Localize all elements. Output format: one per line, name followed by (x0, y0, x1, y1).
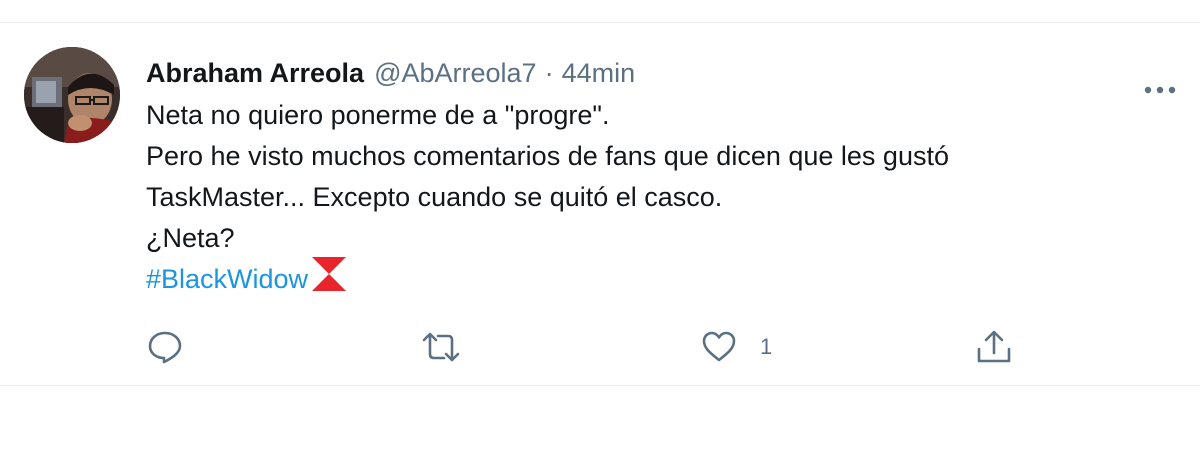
like-button[interactable]: 1 (700, 327, 772, 367)
tweet-line: ¿Neta? (146, 223, 235, 253)
tweet-text: Neta no quiero ponerme de a "progre". Pe… (146, 95, 1146, 300)
heart-icon (702, 331, 736, 362)
hashtag-line: #BlackWidow (146, 256, 1146, 300)
black-widow-hourglass-icon (310, 255, 348, 305)
reply-bubble-icon (148, 331, 182, 364)
tweet-line: TaskMaster... Excepto cuando se quitó el… (146, 182, 723, 212)
hashtag-link[interactable]: #BlackWidow (146, 259, 308, 300)
more-options-button[interactable] (1140, 75, 1180, 105)
more-horizontal-icon (1144, 86, 1176, 94)
tweet-line: Neta no quiero ponerme de a "progre". (146, 100, 610, 130)
tweet-card[interactable]: Abraham Arreola @AbArreola7 · 44min Neta… (0, 22, 1200, 386)
avatar[interactable] (24, 47, 120, 143)
tweet-header: Abraham Arreola @AbArreola7 · 44min (146, 53, 635, 93)
share-button[interactable] (974, 327, 1036, 367)
tweet-actions: 1 (0, 327, 1200, 367)
separator-dot: · (544, 57, 554, 88)
like-count: 1 (760, 334, 773, 359)
retweet-button[interactable] (420, 327, 484, 367)
share-upload-icon (977, 330, 1011, 363)
tweet-line: Pero he visto muchos comentarios de fans… (146, 141, 949, 171)
display-name[interactable]: Abraham Arreola (146, 58, 364, 89)
retweet-icon (422, 332, 460, 362)
user-handle[interactable]: @AbArreola7 (374, 58, 537, 89)
timestamp[interactable]: 44min (562, 58, 636, 89)
avatar-photo (24, 47, 120, 143)
reply-button[interactable] (146, 327, 206, 367)
